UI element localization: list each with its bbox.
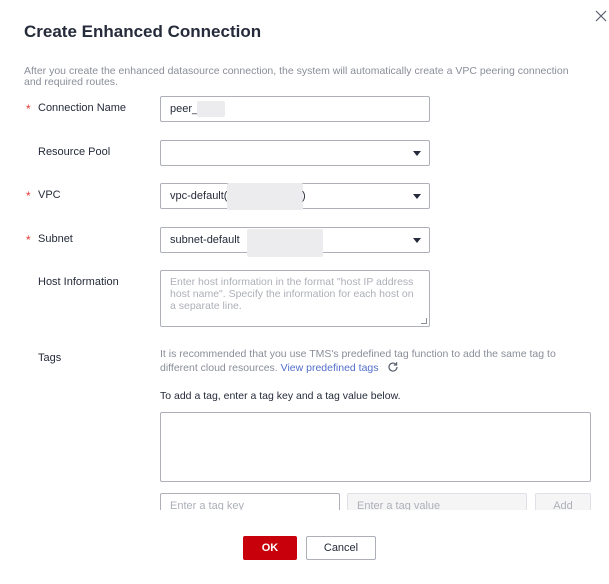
tag-value-placeholder: Enter a tag value <box>357 500 441 510</box>
subnet-select[interactable]: subnet-default <box>160 227 430 257</box>
tag-key-input[interactable]: Enter a tag key <box>160 493 340 510</box>
tag-value-input[interactable]: Enter a tag value <box>347 493 527 510</box>
vpc-label: VPC <box>38 189 61 201</box>
tags-hint: To add a tag, enter a tag key and a tag … <box>160 390 401 402</box>
chevron-down-icon <box>413 194 421 199</box>
close-icon[interactable] <box>594 9 608 23</box>
create-connection-dialog: Create Enhanced Connection After you cre… <box>0 0 609 584</box>
vpc-value: vpc-default( <box>170 190 228 202</box>
cancel-button[interactable]: Cancel <box>306 536 376 560</box>
tag-key-placeholder: Enter a tag key <box>170 500 244 510</box>
redacted-block <box>197 101 225 117</box>
resize-handle-icon[interactable] <box>421 318 427 324</box>
refresh-icon[interactable] <box>387 361 399 373</box>
host-information-textarea[interactable]: Enter host information in the format "ho… <box>160 270 430 327</box>
tags-tip: It is recommended that you use TMS's pre… <box>160 347 590 375</box>
tags-label: Tags <box>38 352 62 364</box>
resource-pool-label: Resource Pool <box>38 146 111 158</box>
connection-name-value: peer_ <box>170 103 199 115</box>
required-mark: * <box>26 189 31 203</box>
ok-button[interactable]: OK <box>243 536 297 560</box>
chevron-down-icon <box>413 151 421 156</box>
connection-name-input[interactable]: peer_ <box>160 96 430 122</box>
subnet-value: subnet-default <box>170 234 240 246</box>
connection-name-label: Connection Name <box>38 102 127 114</box>
view-predefined-tags-link[interactable]: View predefined tags <box>281 362 379 374</box>
redacted-block <box>247 229 323 257</box>
resource-pool-select[interactable] <box>160 140 430 166</box>
required-mark: * <box>26 233 31 247</box>
required-mark: * <box>26 102 31 116</box>
host-information-label: Host Information <box>38 276 119 288</box>
redacted-block <box>227 183 303 210</box>
add-tag-button[interactable]: Add <box>535 493 591 510</box>
tags-list-box <box>160 412 591 482</box>
chevron-down-icon <box>413 238 421 243</box>
vpc-value-suffix: ) <box>302 190 306 202</box>
dialog-title: Create Enhanced Connection <box>24 22 262 41</box>
tag-input-row: Enter a tag key Enter a tag value Add <box>0 493 609 510</box>
subnet-label: Subnet <box>38 233 73 245</box>
dialog-intro: After you create the enhanced datasource… <box>24 65 569 88</box>
vpc-select[interactable]: vpc-default( ) <box>160 183 430 210</box>
host-information-placeholder: Enter host information in the format "ho… <box>170 276 414 312</box>
